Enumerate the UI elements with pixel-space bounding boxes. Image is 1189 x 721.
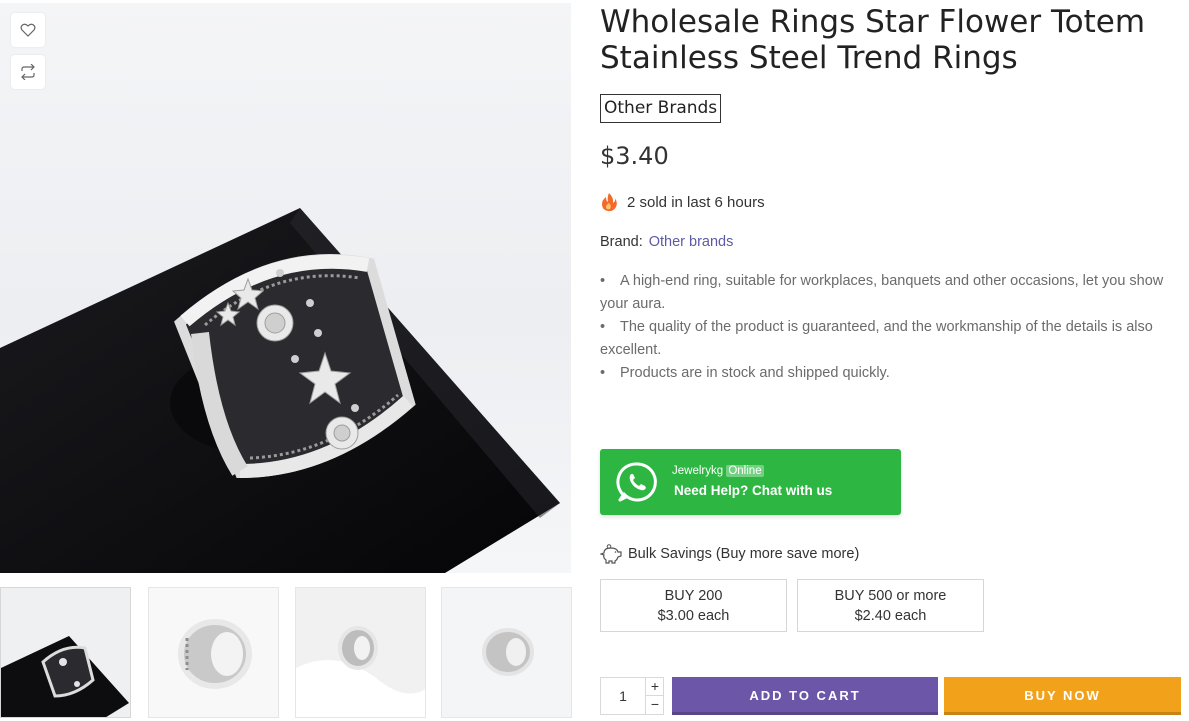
ring-thumb-image xyxy=(1,588,130,717)
ring-thumb-image xyxy=(442,588,571,717)
whatsapp-agent: Jewelrykg Online xyxy=(672,465,764,477)
bullet-item: • The quality of the product is guarantee… xyxy=(600,316,1180,339)
piggy-bank-icon xyxy=(600,544,622,564)
ring-thumb-image xyxy=(296,588,425,717)
whatsapp-agent-name: Jewelrykg xyxy=(672,465,724,477)
quantity-input[interactable]: 1 xyxy=(601,678,645,714)
thumbnail-4[interactable] xyxy=(441,587,572,718)
tier-quantity: BUY 200 xyxy=(664,588,723,604)
whatsapp-chat-button[interactable]: Jewelrykg Online Need Help? Chat with us xyxy=(600,449,901,515)
bullet-text: The quality of the product is guaranteed… xyxy=(620,319,1153,335)
bullet-item: • A high-end ring, suitable for workplace… xyxy=(600,270,1180,293)
heart-icon xyxy=(20,23,36,37)
thumbnail-3[interactable] xyxy=(295,587,426,718)
brand-label: Brand: xyxy=(600,234,643,250)
compare-button[interactable] xyxy=(11,55,45,89)
bullet-dot: • xyxy=(600,273,606,289)
quantity-decrease-button[interactable]: − xyxy=(645,696,664,714)
bullet-continuation: your aura. xyxy=(600,296,666,312)
product-price: $3.40 xyxy=(600,142,669,170)
thumbnail-1[interactable] xyxy=(0,587,131,718)
product-title: Wholesale Rings Star Flower Totem Stainl… xyxy=(600,4,1160,76)
bullet-item: • Products are in stock and shipped quick… xyxy=(600,362,1180,385)
bullet-continuation: excellent. xyxy=(600,342,662,358)
brand-badge[interactable]: Other Brands xyxy=(600,94,722,123)
compare-arrows-icon xyxy=(21,64,35,80)
product-main-image[interactable] xyxy=(0,3,571,573)
ring-thumb-image xyxy=(149,588,278,717)
bulk-tier-500[interactable]: BUY 500 or more $2.40 each xyxy=(797,579,984,632)
wishlist-button[interactable] xyxy=(11,13,45,47)
quantity-stepper: 1 + − xyxy=(600,677,664,715)
whatsapp-help-text: Need Help? Chat with us xyxy=(674,483,833,498)
brand-link[interactable]: Other brands xyxy=(649,234,734,250)
bullet-text: A high-end ring, suitable for workplaces… xyxy=(620,273,1164,289)
tier-price: $3.00 each xyxy=(657,608,730,624)
whatsapp-status: Online xyxy=(726,465,764,477)
bulk-savings-heading: Bulk Savings (Buy more save more) xyxy=(600,544,859,564)
product-short-description: • A high-end ring, suitable for workplace… xyxy=(600,270,1180,385)
whatsapp-icon xyxy=(616,462,657,502)
brand-line: Brand: Other brands xyxy=(600,234,733,250)
product-title-line1: Wholesale Rings Star Flower Totem xyxy=(600,4,1146,40)
tier-quantity: BUY 500 or more xyxy=(834,588,947,604)
quantity-increase-button[interactable]: + xyxy=(645,678,664,696)
bulk-tier-200[interactable]: BUY 200 $3.00 each xyxy=(600,579,787,632)
ring-photo xyxy=(0,208,560,573)
sold-counter: 2 sold in last 6 hours xyxy=(600,192,765,212)
tier-price: $2.40 each xyxy=(854,608,927,624)
bullet-dot: • xyxy=(600,365,606,381)
product-summary: Wholesale Rings Star Flower Totem Stainl… xyxy=(600,0,1189,721)
flame-icon xyxy=(602,193,617,212)
buy-now-button[interactable]: BUY NOW xyxy=(944,677,1181,715)
add-to-cart-button[interactable]: ADD TO CART xyxy=(672,677,938,715)
sold-text: 2 sold in last 6 hours xyxy=(627,193,765,211)
product-title-line2: Stainless Steel Trend Rings xyxy=(600,40,1018,76)
bullet-dot: • xyxy=(600,319,606,335)
thumbnail-strip xyxy=(0,587,573,718)
thumbnail-2[interactable] xyxy=(148,587,279,718)
bulk-heading-text: Bulk Savings (Buy more save more) xyxy=(628,546,860,562)
bullet-text: Products are in stock and shipped quickl… xyxy=(620,365,890,381)
